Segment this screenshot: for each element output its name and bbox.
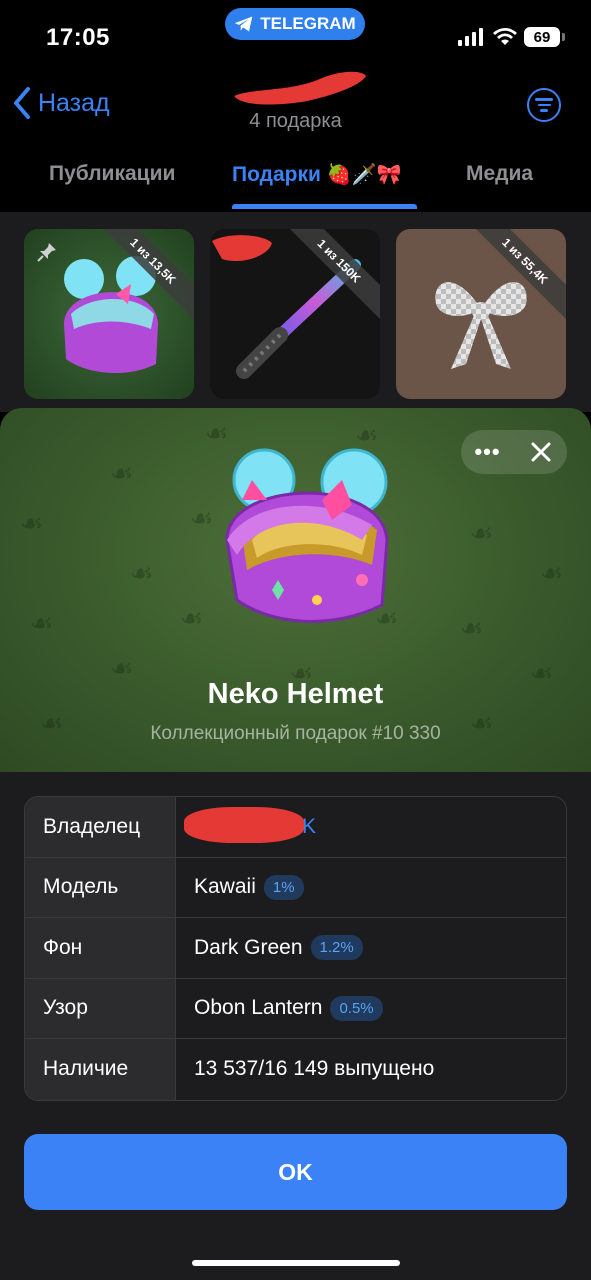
battery-level: 69 <box>533 28 551 46</box>
gift-attributes-table: Владелец K Модель Kawaii 1% Фон Dark Gre… <box>24 796 567 1101</box>
lantern-pattern-icon: ☙ <box>460 613 484 643</box>
row-value: K <box>176 797 566 857</box>
pattern-value: Obon Lantern <box>194 996 323 1020</box>
row-label: Наличие <box>25 1039 176 1100</box>
active-tab-indicator <box>232 204 417 209</box>
row-value: 13 537/16 149 выпущено <box>176 1039 566 1100</box>
battery-icon: 69 <box>524 27 565 47</box>
table-row-availability: Наличие 13 537/16 149 выпущено <box>25 1039 566 1100</box>
backdrop-value: Dark Green <box>194 935 303 959</box>
tab-gifts-label: Подарки <box>232 163 321 186</box>
profile-tabs: Публикации Подарки 🍓🗡️🎀 Медиа <box>0 158 591 212</box>
row-label: Модель <box>25 857 176 917</box>
rarity-badge[interactable]: 1% <box>263 874 304 900</box>
lantern-pattern-icon: ☙ <box>190 503 214 533</box>
redacted-profile-name <box>234 71 366 105</box>
gift-title: Neko Helmet <box>207 678 384 710</box>
bow-icon <box>435 282 527 369</box>
status-time: 17:05 <box>46 24 110 51</box>
table-row-owner: Владелец K <box>25 797 566 858</box>
lantern-pattern-icon: ☙ <box>540 558 564 588</box>
cellular-signal-icon <box>458 28 483 46</box>
filter-button[interactable] <box>527 88 561 122</box>
gift-emojis: 🍓🗡️🎀 <box>326 164 402 186</box>
tab-publications[interactable]: Публикации <box>49 162 175 186</box>
owner-link[interactable]: K <box>184 806 317 843</box>
lantern-pattern-icon: ☙ <box>180 603 204 633</box>
lantern-pattern-icon: ☙ <box>30 608 54 638</box>
wifi-icon <box>493 28 517 45</box>
row-label: Узор <box>25 978 176 1038</box>
tab-gifts[interactable]: Подарки 🍓🗡️🎀 <box>232 162 401 187</box>
table-row-model: Модель Kawaii 1% <box>25 857 566 918</box>
lantern-pattern-icon: ☙ <box>110 458 134 488</box>
neko-helmet-large-icon <box>225 448 389 623</box>
status-bar: 17:05 TELEGRAM 69 <box>0 0 591 72</box>
lantern-pattern-icon: ☙ <box>130 558 154 588</box>
row-value: Dark Green 1.2% <box>176 918 566 978</box>
home-indicator[interactable] <box>192 1260 400 1266</box>
gift-count: 4 подарка <box>249 110 342 132</box>
close-icon[interactable] <box>514 430 567 474</box>
row-value: Kawaii 1% <box>176 858 566 918</box>
gift-card-lightsaber[interactable]: 1 из 150K <box>210 229 380 399</box>
owner-name: K <box>302 814 317 838</box>
row-value: Obon Lantern 0.5% <box>176 979 566 1039</box>
telegram-pill-label: TELEGRAM <box>260 14 356 33</box>
gift-subtitle: Коллекционный подарок #10 330 <box>150 723 441 744</box>
tab-media[interactable]: Медиа <box>466 162 533 186</box>
telegram-icon <box>235 16 253 32</box>
row-label: Фон <box>25 918 176 978</box>
gift-detail-body: Владелец K Модель Kawaii 1% Фон Dark Gre… <box>0 772 591 1280</box>
gift-card-neko-helmet[interactable]: 1 из 13,5K <box>24 229 194 399</box>
lantern-pattern-icon: ☙ <box>470 518 494 548</box>
row-label: Владелец <box>25 797 176 857</box>
lantern-pattern-icon: ☙ <box>20 508 44 538</box>
rarity-badge[interactable]: 0.5% <box>330 995 383 1021</box>
table-row-backdrop: Фон Dark Green 1.2% <box>25 918 566 979</box>
sheet-actions: ••• <box>461 430 567 474</box>
model-value: Kawaii <box>194 875 256 899</box>
table-row-pattern: Узор Obon Lantern 0.5% <box>25 978 566 1039</box>
more-icon[interactable]: ••• <box>461 430 514 474</box>
gift-detail-header: ☙ ☙ ☙ ☙ ☙ ☙ ☙ ☙ ☙ ☙ ☙ ☙ ☙ ☙ ☙ ☙ ☙ ••• Ne… <box>0 408 591 772</box>
redaction-mark <box>184 806 304 843</box>
gift-card-bow[interactable]: 1 из 55,4K <box>396 229 566 399</box>
telegram-pill[interactable]: TELEGRAM <box>225 8 365 40</box>
rarity-badge[interactable]: 1.2% <box>310 935 363 961</box>
gift-grid: 1 из 13,5K 1 из 150K 1 из 55,4K <box>0 212 591 412</box>
pin-icon <box>37 243 56 262</box>
ok-button[interactable]: OK <box>24 1134 567 1210</box>
availability-value: 13 537/16 149 выпущено <box>194 1057 435 1081</box>
